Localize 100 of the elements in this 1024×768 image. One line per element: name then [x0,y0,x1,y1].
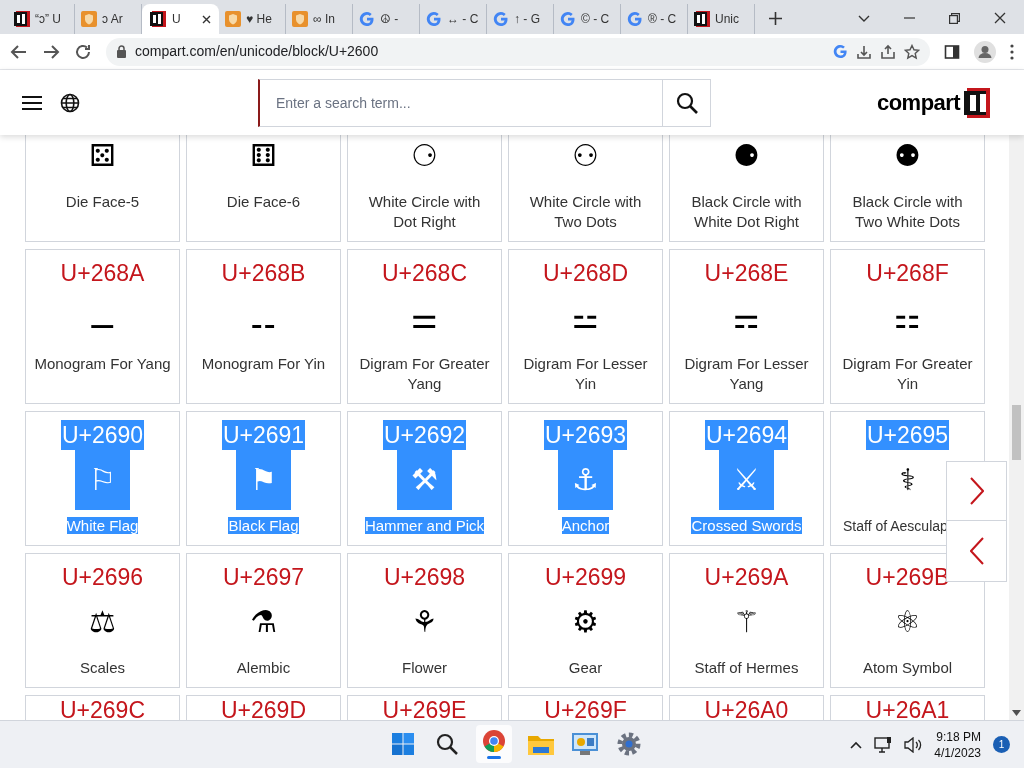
tab-title: © - C [581,11,610,28]
compart-logo[interactable]: compart [877,86,990,119]
scrollbar-thumb[interactable] [1012,405,1021,460]
forward-icon[interactable] [42,42,60,61]
volume-icon[interactable] [904,736,923,753]
glyph-symbol: ⚔ [733,461,760,499]
close-icon[interactable] [994,12,1006,24]
back-icon[interactable] [10,42,28,61]
code-point: U+2695 [865,420,950,450]
glyph-card[interactable]: U+268B ⚋ Monogram For Yin [186,249,341,404]
glyph-name: Staff of Aesculap [843,518,948,534]
glyph-name: White Circle with Two Dots [529,193,642,230]
browser-tab[interactable]: U [142,4,219,34]
google-icon[interactable] [833,44,848,59]
glyph-card[interactable]: U+2699 ⚙ Gear [508,553,663,688]
tab-title: U [172,11,181,28]
glyph-card[interactable]: ⚈ Black Circle with White Dot Right [669,135,824,242]
glyph-symbol: ⚖ [89,603,116,641]
glyph-card[interactable]: U+2696 ⚖ Scales [25,553,180,688]
glyph-card[interactable]: U+2697 ⚗ Alembic [186,553,341,688]
glyph-card[interactable]: U+268C ⚌ Digram For Greater Yang [347,249,502,404]
glyph-card[interactable]: U+269D [186,695,341,720]
code-point: U+269B [864,563,951,592]
clock-time[interactable]: 9:18 PM [936,728,981,745]
code-point: U+2691 [221,420,306,450]
chevron-down-icon[interactable] [858,14,870,22]
code-point: U+269F [543,697,628,720]
menu-icon[interactable] [22,94,42,111]
glyph-card[interactable]: U+26A1 [830,695,985,720]
code-point: U+269C [59,697,146,720]
glyph-name: White Flag [66,517,139,534]
share-icon[interactable] [880,43,896,60]
glyph-card[interactable]: ⚇ White Circle with Two Dots [508,135,663,242]
tab-title: “ↄ” U [35,11,61,28]
glyph-card[interactable]: U+268A ⚊ Monogram For Yang [25,249,180,404]
menu-icon[interactable] [1010,43,1014,60]
tab-favicon-icon [14,11,30,27]
glyph-card[interactable]: ⚄ Die Face-5 [25,135,180,242]
search-icon [675,91,698,114]
glyph-symbol: ⚄ [89,137,116,175]
close-icon[interactable] [202,14,211,24]
google-icon [493,11,509,27]
glyph-card[interactable]: U+2698 ⚘ Flower [347,553,502,688]
glyph-card[interactable]: U+269A ⚚ Staff of Hermes [669,553,824,688]
glyph-name: Digram For Lesser Yang [684,355,809,392]
glyph-symbol: ⚏ [894,299,921,337]
tab-title: ↑ - G [514,11,540,28]
chevron-right-icon [969,477,984,505]
code-point: U+2696 [60,563,145,592]
tab-title: Unic [715,11,739,28]
browser-icon[interactable] [476,725,512,763]
globe-icon[interactable] [60,92,80,113]
glyph-card[interactable]: U+269B ⚛ Atom Symbol [830,553,985,688]
glyph-card[interactable]: U+269E [347,695,502,720]
chevron-up-icon[interactable] [850,740,863,749]
star-icon[interactable] [904,43,920,60]
glyph-card[interactable]: U+268F ⚏ Digram For Greater Yin [830,249,985,404]
chevron-left-icon [969,537,984,565]
code-point: U+268C [381,259,468,288]
download-icon[interactable] [856,43,872,60]
glyph-card[interactable]: ⚅ Die Face-6 [186,135,341,242]
tab-favicon-icon [150,11,166,27]
address-bar[interactable]: compart.com/en/unicode/block/U+2600 [106,37,930,66]
glyph-symbol: ⚅ [250,137,277,175]
code-point: U+269D [220,697,307,720]
new-tab-icon[interactable] [769,12,782,25]
glyph-name: Staff of Hermes [694,659,799,676]
code-point: U+2693 [543,420,628,450]
glyph-card[interactable]: U+268E ⚎ Digram For Lesser Yang [669,249,824,404]
code-point: U+2697 [221,563,306,592]
glyph-card[interactable]: U+269F [508,695,663,720]
network-icon[interactable] [874,736,893,753]
glyph-card[interactable]: U+268D ⚍ Digram For Lesser Yin [508,249,663,404]
scroll-down-icon[interactable] [1012,710,1021,716]
glyph-name: Digram For Greater Yang [359,355,490,392]
shield-icon [225,11,241,27]
reload-icon[interactable] [74,42,92,61]
profile-icon[interactable] [974,40,996,63]
google-icon [426,11,442,27]
notification-badge[interactable]: 1 [993,736,1010,753]
glyph-name: Anchor [561,517,610,534]
glyph-symbol: ⚑ [250,461,277,499]
clock-date[interactable]: 4/1/2023 [934,744,981,761]
glyph-card[interactable]: U+26A0 [669,695,824,720]
glyph-symbol: ⚘ [411,603,438,641]
restore-icon[interactable] [949,12,960,24]
side-panel-icon[interactable] [944,43,960,60]
glyph-symbol: ⚓ [572,461,599,499]
glyph-card[interactable]: U+269C [25,695,180,720]
tab-title: ® - C [648,11,677,28]
glyph-card[interactable]: ⚉ Black Circle with Two White Dots [830,135,985,242]
glyph-symbol: ⚎ [733,299,760,337]
glyph-name: Atom Symbol [862,659,953,676]
glyph-name: White Circle with Dot Right [368,193,481,230]
glyph-name: Monogram For Yang [34,355,171,372]
glyph-card[interactable]: ⚆ White Circle with Dot Right [347,135,502,242]
glyph-symbol: ⚒ [411,461,438,499]
glyph-symbol: ⚌ [411,299,438,337]
code-point: U+26A1 [864,697,951,720]
glyph-symbol: ⚚ [733,603,760,641]
